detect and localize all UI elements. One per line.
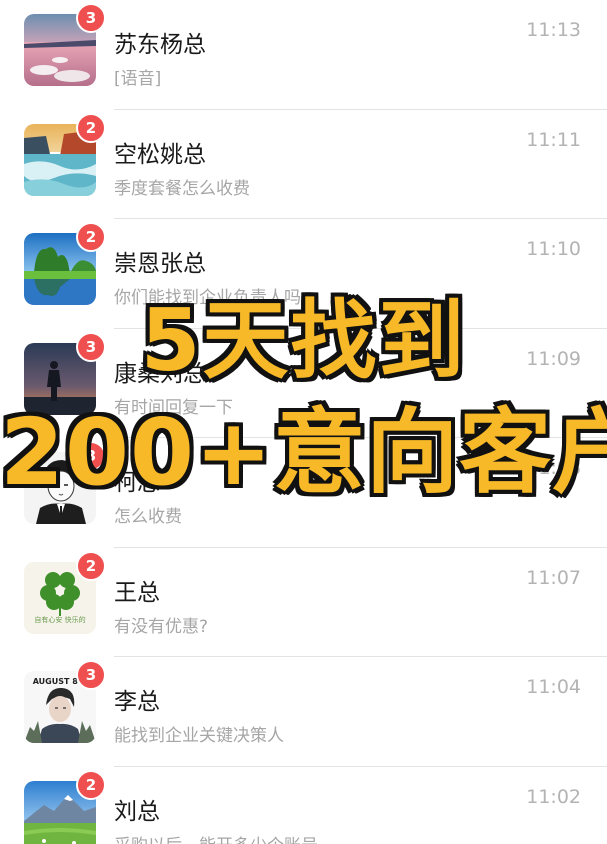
promo-headline-line1: 5天找到: [140, 291, 467, 391]
unread-badge: 3: [76, 3, 106, 33]
message-time: 11:11: [526, 128, 581, 151]
contact-name: 苏东杨总: [114, 32, 206, 58]
unread-badge: 2: [76, 112, 106, 143]
contact-name: 空松姚总: [114, 141, 206, 168]
contact-name: 李总: [114, 689, 160, 715]
chat-item[interactable]: 2 刘总 采购以后，能开多少个账号 11:02: [0, 767, 607, 844]
chat-item[interactable]: 自有心安 快乐的 2 王总 有没有优惠? 11:07: [0, 548, 607, 657]
chat-item[interactable]: 2 空松姚总 季度套餐怎么收费 11:11: [0, 110, 607, 219]
contact-name: 刘总: [114, 798, 160, 825]
message-preview: 采购以后，能开多少个账号: [114, 831, 318, 844]
unread-badge: 2: [76, 222, 106, 252]
message-time: 11:10: [526, 238, 581, 260]
message-preview: 有没有优惠?: [114, 616, 209, 637]
unread-badge: 3: [76, 660, 106, 690]
chat-item[interactable]: 3 苏东杨总 [语音] 11:13: [0, 0, 607, 110]
message-time: 11:04: [526, 676, 581, 698]
unread-badge: 2: [76, 550, 106, 581]
message-time: 11:07: [526, 566, 581, 589]
message-preview: [语音]: [114, 69, 162, 89]
chat-list-screen: 3 苏东杨总 [语音] 11:13 2 空松姚总 季度套餐怎么收费 11:11 …: [0, 0, 607, 844]
message-time: 11:13: [526, 19, 581, 41]
clover-caption: 自有心安 快乐的: [34, 615, 85, 624]
message-time: 11:02: [526, 785, 581, 808]
message-preview: 季度套餐怎么收费: [114, 178, 250, 199]
unread-badge: 2: [76, 769, 106, 800]
message-preview: 能找到企业关键决策人: [114, 726, 284, 746]
contact-name: 王总: [114, 579, 160, 606]
promo-headline-line2: 200+意向客户: [0, 399, 607, 506]
chat-item[interactable]: AUGUST 8th 3 李总 能找到企业关键决策人 11:04: [0, 657, 607, 767]
